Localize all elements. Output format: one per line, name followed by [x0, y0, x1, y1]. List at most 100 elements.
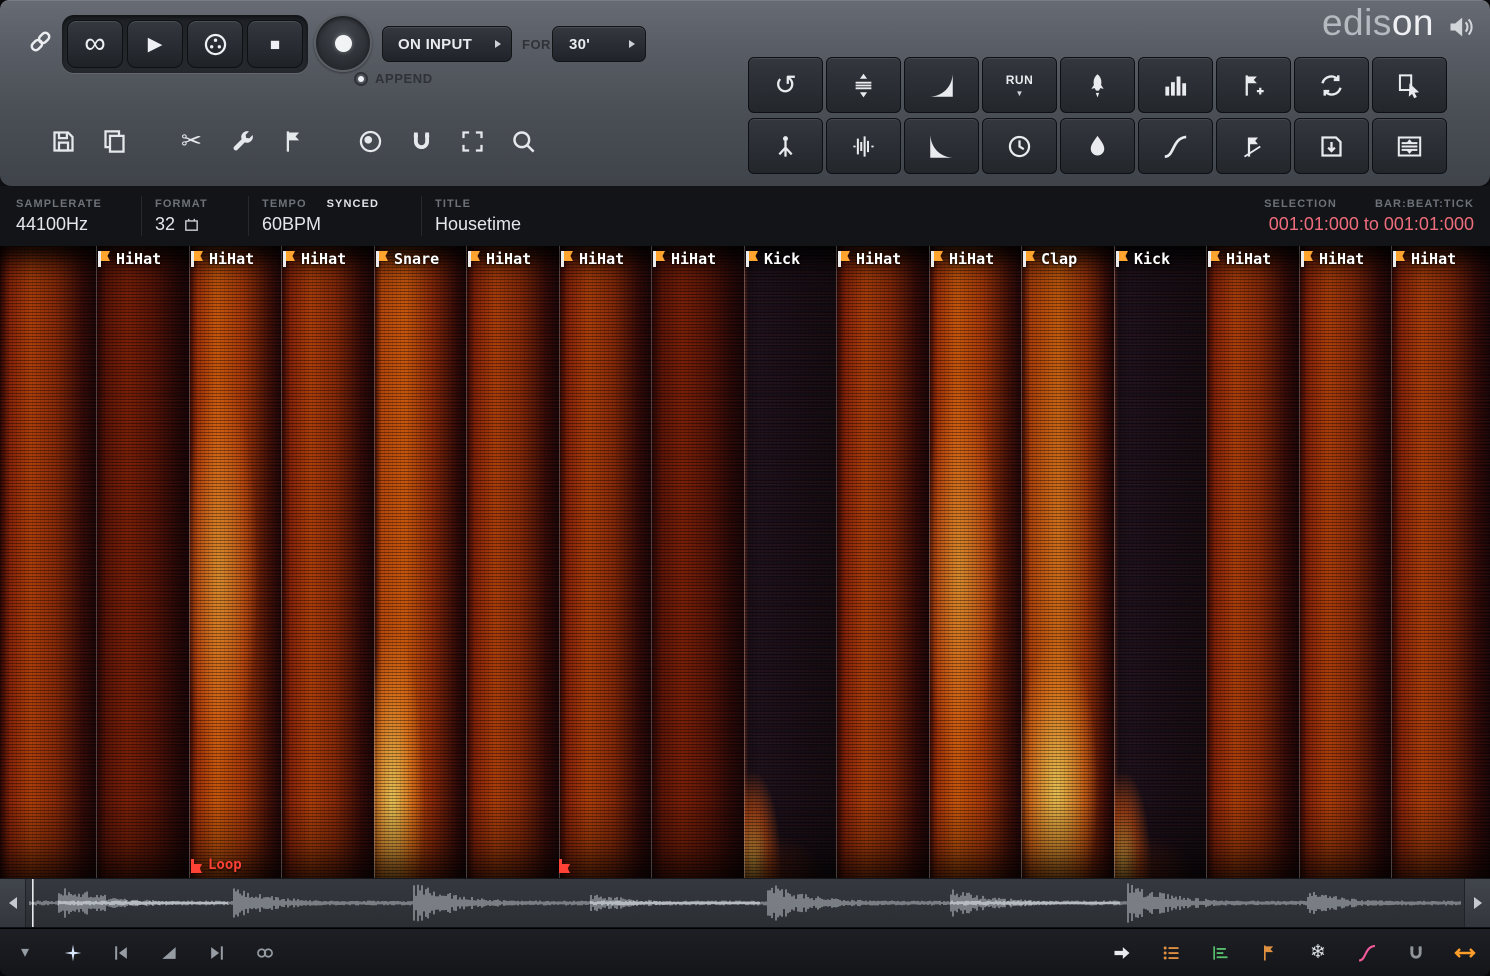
drag-copy-button[interactable] [1372, 57, 1447, 113]
send-amp-button[interactable] [1060, 57, 1135, 113]
waveform-preview[interactable] [26, 879, 1464, 927]
record-mode-select[interactable]: ON INPUT [382, 26, 512, 62]
region-marker[interactable]: Clap [1023, 251, 1077, 268]
spectrum-toggle-button[interactable] [62, 942, 84, 964]
waveform-overview[interactable] [0, 878, 1490, 928]
region-marker[interactable]: HiHat [1393, 251, 1456, 268]
spectrogram-view[interactable]: HiHat HiHat HiHat Snare HiHat HiHat HiHat Kick H… [0, 246, 1490, 878]
slide-curve-button[interactable] [1356, 942, 1378, 964]
region-marker[interactable]: HiHat [931, 251, 994, 268]
region-boundary [836, 246, 837, 878]
normalize-button[interactable] [826, 57, 901, 113]
play-button[interactable]: ▶ [127, 20, 183, 68]
region-marker[interactable]: HiHat [1208, 251, 1271, 268]
format-value[interactable]: 32 [155, 214, 235, 235]
time-stretch-button[interactable] [982, 118, 1057, 174]
scroll-right-button[interactable] [1464, 879, 1490, 927]
next-marker-button[interactable] [206, 942, 228, 964]
region-marker[interactable]: HiHat [653, 251, 716, 268]
link-button[interactable] [24, 28, 56, 60]
synced-label[interactable]: SYNCED [327, 198, 379, 210]
fade-in-button[interactable] [904, 57, 979, 113]
freeze-icon: ❄ [1310, 943, 1326, 962]
copy-icon [101, 128, 128, 155]
region-marker[interactable]: HiHat [283, 251, 346, 268]
app-logo: edis on [1322, 2, 1434, 44]
snap-button[interactable] [1405, 942, 1427, 964]
slide-tool-button[interactable] [158, 942, 180, 964]
region-marker[interactable]: HiHat [561, 251, 624, 268]
record-source-button[interactable] [187, 20, 243, 68]
blur-button[interactable] [1060, 118, 1135, 174]
slice-marker-button[interactable] [1216, 118, 1291, 174]
freeze-button[interactable]: ❄ [1307, 942, 1329, 964]
claw-tool-button[interactable] [748, 118, 823, 174]
append-toggle[interactable]: APPEND [354, 71, 433, 86]
slice-marker-icon [1240, 133, 1267, 160]
marker-flag-icon [1396, 251, 1405, 261]
run-script-button[interactable]: RUN▼ [982, 57, 1057, 113]
record-button[interactable] [314, 14, 372, 72]
copy-button[interactable] [101, 128, 128, 155]
region-marker[interactable]: Kick [746, 251, 800, 268]
scroll-left-button[interactable] [0, 879, 26, 927]
link-playback-icon [255, 943, 275, 963]
record-dot-icon [335, 35, 352, 52]
region-marker[interactable]: HiHat [98, 251, 161, 268]
region-marker[interactable]: HiHat [838, 251, 901, 268]
envelopes-button[interactable] [1209, 942, 1231, 964]
spectrum-view-button[interactable] [1372, 118, 1447, 174]
marker-label: HiHat [579, 251, 624, 268]
insert-marker-button[interactable] [1216, 57, 1291, 113]
info-bar: SAMPLERATE 44100Hz FORMAT 32 TEMPO SYNCE… [0, 186, 1490, 246]
link-playback-button[interactable] [254, 942, 276, 964]
format-label: FORMAT [155, 198, 235, 210]
marker-label: HiHat [486, 251, 531, 268]
select-region-button[interactable] [459, 128, 486, 155]
declick-button[interactable] [826, 118, 901, 174]
region-marker[interactable]: HiHat [191, 251, 254, 268]
spectral-segment [1299, 246, 1391, 878]
stats-button[interactable] [1138, 57, 1213, 113]
playhead[interactable] [32, 879, 34, 927]
save-button[interactable] [50, 128, 77, 155]
samplerate-value[interactable]: 44100Hz [16, 214, 128, 235]
region-boundary [744, 246, 745, 878]
divider [421, 196, 422, 236]
snap-button[interactable] [408, 128, 435, 155]
event-list-button[interactable] [1160, 942, 1182, 964]
region-marker[interactable]: Snare [376, 251, 439, 268]
save-sample-button[interactable] [1294, 118, 1369, 174]
undo-history-button[interactable]: ↺ [748, 57, 823, 113]
markers-button[interactable] [1258, 942, 1280, 964]
stop-button[interactable]: ■ [247, 20, 303, 68]
region-marker[interactable]: HiHat [468, 251, 531, 268]
region-marker[interactable]: Kick [1116, 251, 1170, 268]
tempo-value[interactable]: 60BPM [262, 214, 408, 235]
loop-record-button[interactable]: ∞ [67, 20, 123, 68]
previous-marker-button[interactable] [110, 942, 132, 964]
preview-button[interactable] [357, 128, 384, 155]
smooth-button[interactable] [1138, 118, 1213, 174]
fit-stretch-button[interactable] [1454, 942, 1476, 964]
send-right-button[interactable] [1111, 942, 1133, 964]
title-value[interactable]: Housetime [435, 214, 1264, 235]
record-duration-select[interactable]: 30' [552, 26, 646, 62]
fade-out-button[interactable] [904, 118, 979, 174]
blur-icon [1084, 133, 1111, 160]
loop-marker[interactable] [559, 859, 570, 873]
send-right-icon [1112, 943, 1132, 963]
drag-copy-icon [1396, 72, 1423, 99]
add-marker-button[interactable] [280, 128, 307, 155]
format-icon [183, 216, 200, 233]
region-marker[interactable]: HiHat [1301, 251, 1364, 268]
tools-button[interactable] [229, 128, 256, 155]
samplerate-label: SAMPLERATE [16, 198, 128, 210]
loop-marker[interactable]: Loop [191, 858, 242, 873]
cut-button[interactable]: ✂ [178, 128, 205, 155]
more-options-button[interactable]: ▾ [14, 942, 36, 964]
region-boundary [1391, 246, 1392, 878]
loop-tools-button[interactable] [1294, 57, 1369, 113]
speaker-icon [1447, 13, 1477, 43]
zoom-button[interactable] [510, 128, 537, 155]
